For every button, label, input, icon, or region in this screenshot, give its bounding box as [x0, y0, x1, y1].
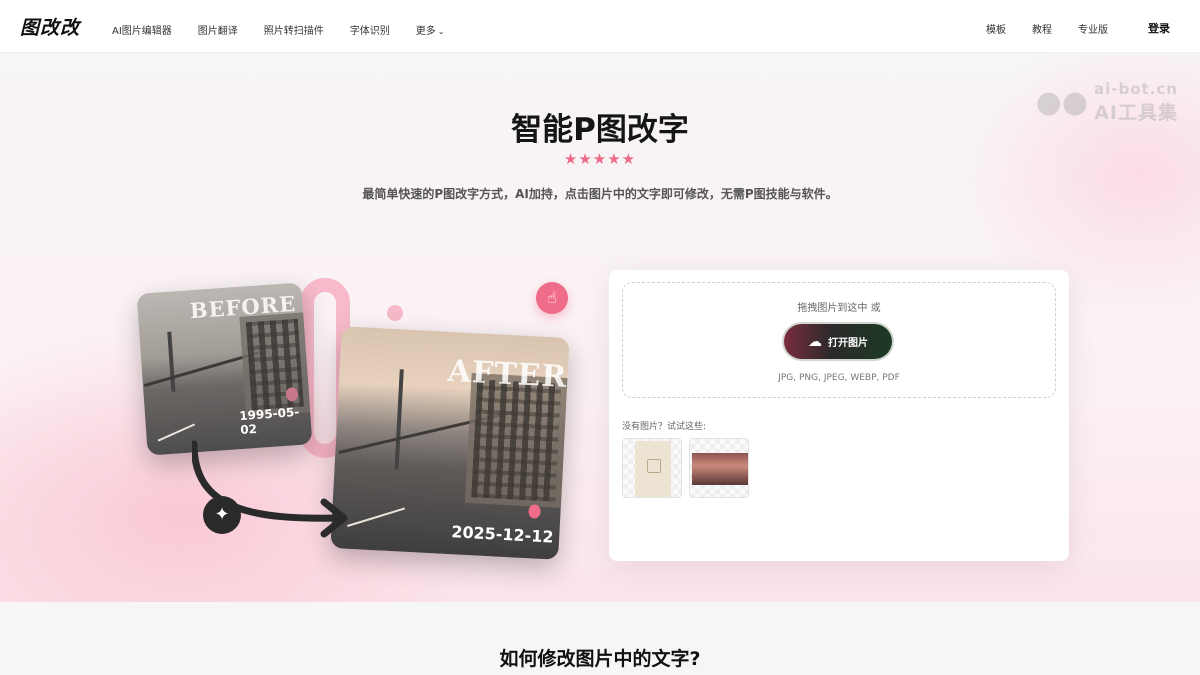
nav-link-ai-editor[interactable]: AI图片编辑器 — [112, 22, 172, 37]
upload-cloud-icon: ☁ — [808, 333, 822, 350]
watermark-domain: ai-bot.cn — [1094, 80, 1178, 98]
nav-link-font-recognition[interactable]: 字体识别 — [350, 22, 390, 37]
rating-stars: ★★★★★ — [563, 150, 637, 168]
sample-image-sunset-preview — [692, 453, 748, 485]
open-image-button[interactable]: ☁ 打开图片 — [784, 324, 892, 359]
sample-image-invitation-preview — [635, 441, 671, 497]
nav-links: AI图片编辑器 图片翻译 照片转扫描件 字体识别 更多 ⌄ — [112, 22, 471, 37]
login-button[interactable]: 登录 — [1148, 20, 1170, 36]
bridge-tower — [394, 369, 404, 470]
before-date: 1995-05-02 — [238, 404, 300, 438]
sample-images-label: 没有图片？试试这些: — [622, 422, 707, 432]
road-marking — [157, 423, 195, 442]
top-nav: 图改改 AI图片编辑器 图片翻译 照片转扫描件 字体识别 更多 ⌄ 模板 教程 专… — [0, 0, 1200, 53]
site-logo[interactable]: 图改改 — [20, 13, 80, 40]
nav-more-label: 更多 — [415, 26, 436, 37]
nav-link-more[interactable]: 更多 ⌄ — [416, 22, 445, 37]
how-to-title: 如何修改图片中的文字? — [499, 648, 701, 670]
balloon-icon — [528, 504, 541, 519]
supported-formats: JPG, PNG, JPEG, WEBP, PDF — [778, 373, 900, 383]
nav-link-photo-to-scan[interactable]: 照片转扫描件 — [264, 22, 324, 37]
nav-link-image-translate[interactable]: 图片翻译 — [198, 22, 238, 37]
drop-zone[interactable]: 拖拽图片到这中 或 ☁ 打开图片 JPG, PNG, JPEG, WEBP, P… — [622, 282, 1056, 398]
chevron-down-icon: ⌄ — [437, 27, 445, 36]
sparkle-icon: ✦ — [203, 496, 241, 534]
decorative-dot — [387, 305, 403, 321]
nav-link-templates[interactable]: 模板 — [986, 21, 1006, 36]
drop-hint: 拖拽图片到这中 或 — [797, 303, 881, 314]
cursor-click-icon: ☝ — [536, 282, 568, 314]
after-photo: AFTER 2025-12-12 — [330, 326, 570, 560]
bridge-tower — [167, 331, 176, 392]
sample-image-sunset[interactable] — [689, 438, 749, 498]
before-photo: BEFORE 1995-05-02 — [136, 282, 313, 456]
page-title: 智能P图改字 — [511, 112, 689, 148]
before-after-illustration: BEFORE 1995-05-02 AFTER 2025-12-12 ✦ ☝ — [130, 270, 590, 570]
nav-link-tutorial[interactable]: 教程 — [1032, 21, 1052, 36]
building — [239, 312, 311, 417]
open-image-label: 打开图片 — [828, 338, 868, 349]
upload-card: 拖拽图片到这中 或 ☁ 打开图片 JPG, PNG, JPEG, WEBP, P… — [609, 270, 1069, 561]
nav-link-pro[interactable]: 专业版 — [1078, 21, 1108, 36]
nav-right: 模板 教程 专业版 登录 — [960, 20, 1170, 36]
hero-subtitle: 最简单快速的P图改字方式，AI加持，点击图片中的文字即可修改，无需P图技能与软件… — [362, 187, 838, 201]
road-marking — [347, 507, 405, 527]
sample-image-invitation[interactable] — [622, 438, 682, 498]
after-label: AFTER — [446, 353, 569, 396]
after-date: 2025-12-12 — [450, 522, 555, 547]
